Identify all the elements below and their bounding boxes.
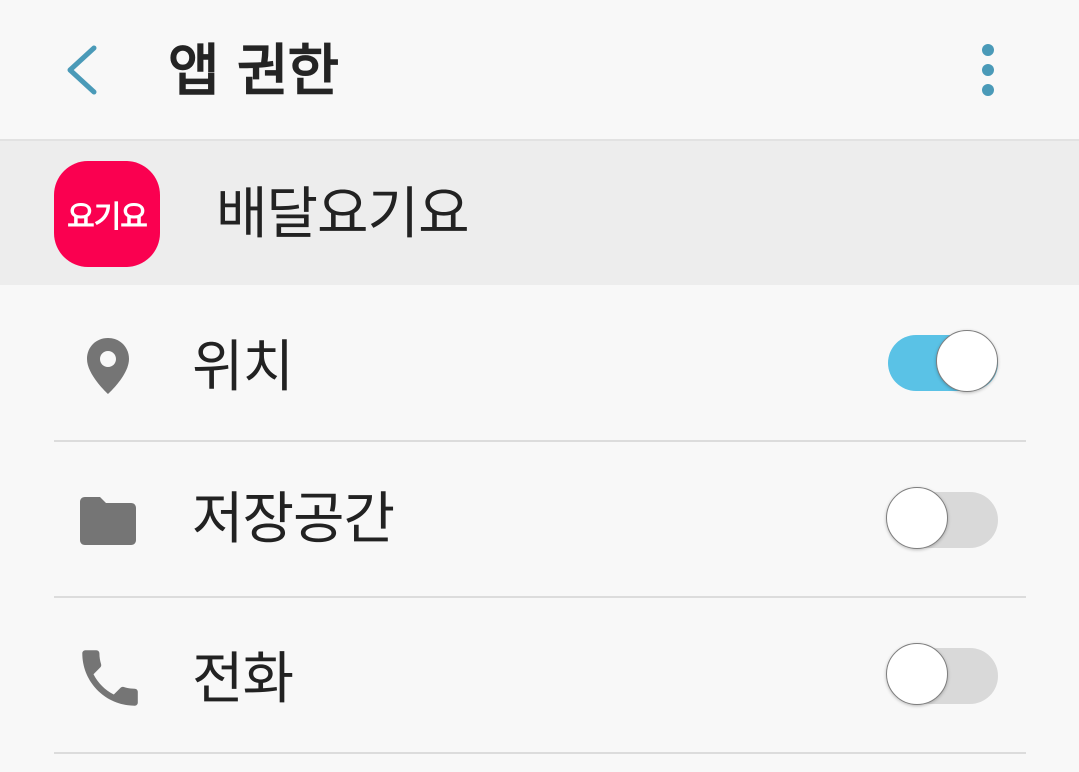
folder-icon: [80, 497, 136, 545]
permission-label-location: 위치: [192, 335, 294, 400]
more-vert-icon: [982, 44, 994, 96]
back-button[interactable]: [52, 38, 116, 102]
chevron-left-icon: [67, 45, 97, 95]
permission-label-phone: 전화: [192, 647, 294, 712]
page-title: 앱 권한: [168, 39, 339, 104]
app-icon-text: 요기요: [67, 200, 148, 235]
toggle-knob: [886, 643, 948, 705]
toolbar: 앱 권한: [0, 0, 1079, 140]
toggle-knob: [936, 330, 998, 392]
toggle-knob: [886, 487, 948, 549]
row-divider: [54, 752, 1026, 754]
phone-icon: [82, 650, 138, 706]
more-options-button[interactable]: [960, 36, 1016, 108]
permission-row-storage[interactable]: 저장공간: [0, 442, 1079, 597]
permission-row-phone[interactable]: 전화: [0, 598, 1079, 753]
app-name: 배달요기요: [216, 182, 470, 247]
toggle-phone[interactable]: [886, 643, 1000, 709]
app-icon: 요기요: [54, 161, 160, 267]
permission-label-storage: 저장공간: [192, 487, 395, 552]
toggle-location[interactable]: [886, 330, 1000, 396]
permission-row-location[interactable]: 위치: [0, 286, 1079, 441]
toggle-storage[interactable]: [886, 487, 1000, 553]
location-pin-icon: [87, 338, 129, 394]
app-header: 요기요 배달요기요: [0, 141, 1079, 285]
